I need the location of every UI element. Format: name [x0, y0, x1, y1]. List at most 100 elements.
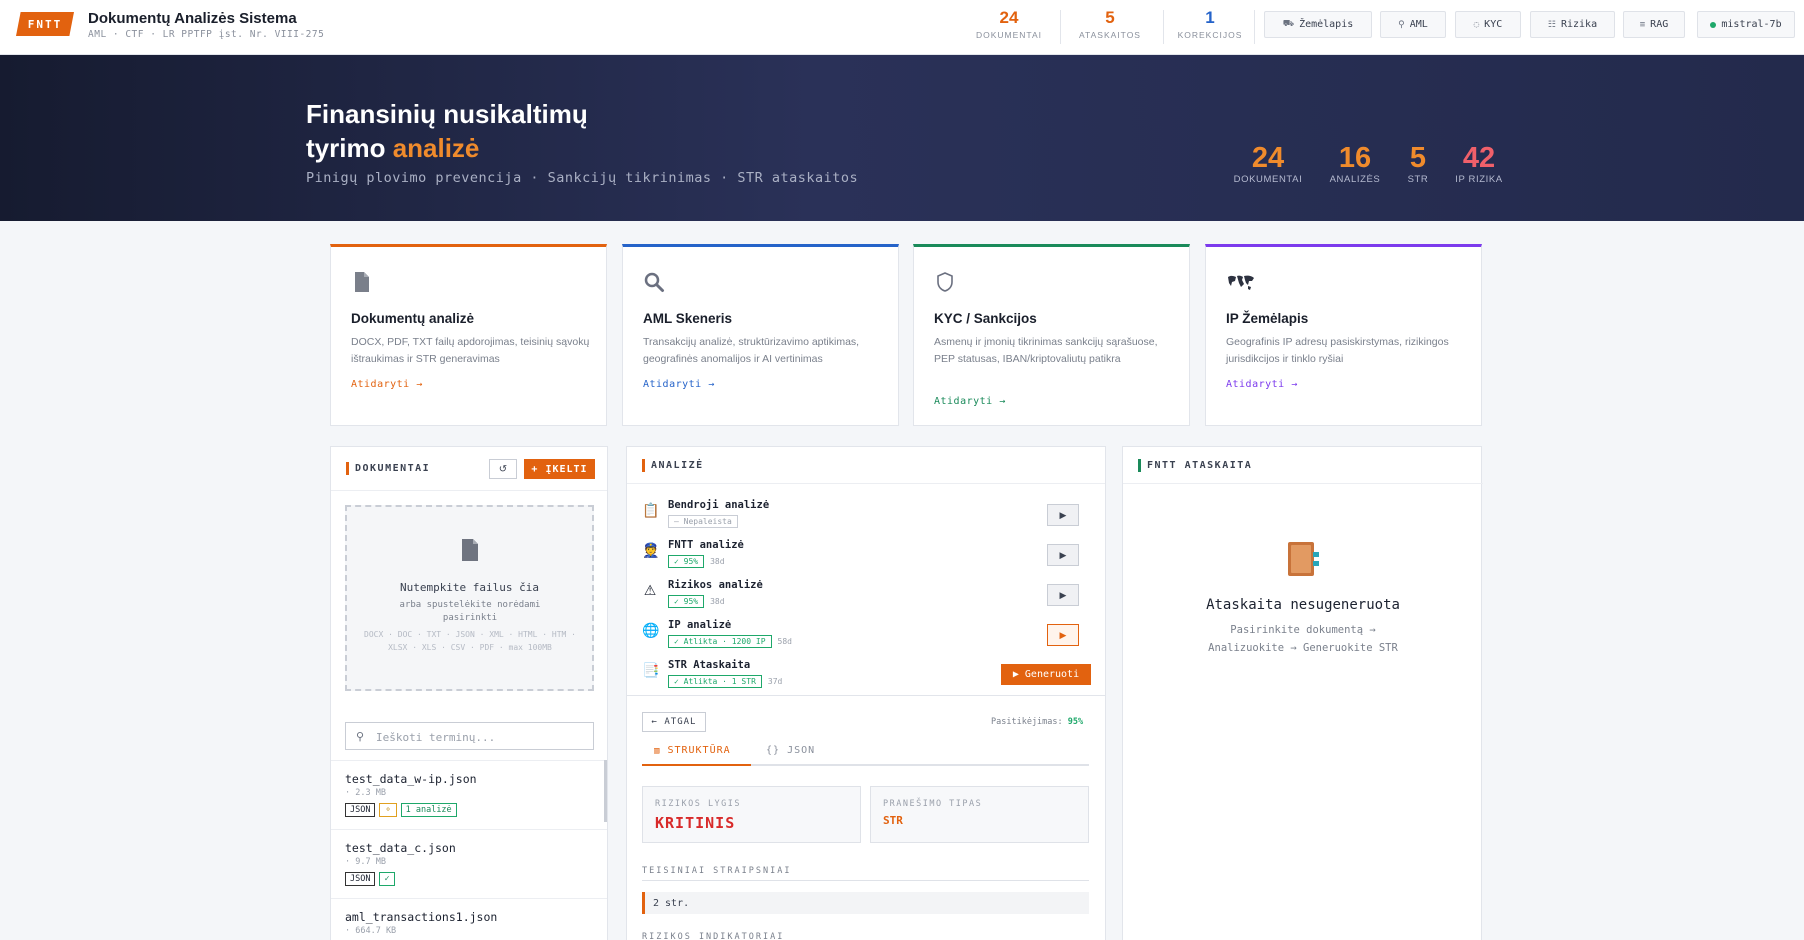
drop-title: Nutempkite failus čia — [399, 581, 540, 594]
notebook-icon — [1288, 542, 1319, 576]
feature-description: Asmenų ir įmonių tikrinimas sankcijų sąr… — [934, 336, 1158, 365]
divider — [1060, 10, 1061, 44]
clipboard-icon: 📋 — [642, 502, 660, 518]
hero-subtitle: Pinigų plovimo prevencija · Sankcijų tik… — [306, 170, 859, 186]
legal-articles-heading: TEISINIAI STRAIPSNIAI — [642, 866, 792, 876]
document-list-item[interactable]: test_data_w-ip.json · 2.3 MB JSON ⚬ 1 anal… — [331, 760, 607, 826]
map-icon: ⛟ — [1282, 19, 1295, 29]
hero-stat-documents: 24 DOKUMENTAI — [1233, 142, 1303, 185]
drop-subtitle: arba spustelėkite norėdami pasirinkti — [399, 600, 541, 623]
upload-button[interactable]: + ĮKELTI — [524, 459, 595, 479]
analysis-row-fntt: 👮 FNTT analizė ✓ 95% 38d ▶ — [627, 535, 1105, 575]
feature-description: DOCX, PDF, TXT failų apdorojimas, teisin… — [351, 336, 590, 365]
file-drop-zone[interactable]: Nutempkite failus čia arba spustelėkite … — [345, 505, 594, 691]
analysis-row-str: 📑 STR Ataskaita ✓ Atlikta · 1 STR 37d ▶ G… — [627, 655, 1105, 695]
confidence-indicator: Pasitikėjimas: 95% — [991, 717, 1084, 727]
generate-str-button[interactable]: ▶ Generuoti — [1001, 664, 1091, 685]
done-badge: ✓ — [379, 872, 395, 886]
document-tags: JSON ✓ — [345, 868, 399, 886]
feature-title: Dokumentų analizė — [351, 311, 475, 326]
divider — [642, 880, 1089, 881]
feature-open-link[interactable]: Atidaryti → — [1226, 379, 1298, 390]
document-tags: JSON ⚬ 1 analizė — [345, 799, 461, 817]
magnifier-icon — [644, 272, 664, 292]
divider — [627, 483, 1105, 484]
hero-stat-str: 5 STR — [1407, 142, 1429, 185]
empty-report-hint-1: Pasirinkite dokumentą → — [1230, 624, 1376, 636]
tab-json[interactable]: {} JSON — [766, 745, 815, 756]
feature-open-link[interactable]: Atidaryti → — [351, 379, 423, 390]
list-scrollbar[interactable] — [604, 760, 607, 822]
run-analysis-button[interactable]: ▶ — [1047, 584, 1079, 606]
legal-article-item: 2 str. — [642, 892, 1089, 914]
divider — [1254, 10, 1255, 44]
document-icon — [462, 539, 478, 561]
view-tabs: ▥ STRUKTŪRA {} JSON — [642, 742, 1089, 766]
nav-map-button[interactable]: ⛟ Žemėlapis — [1264, 11, 1372, 38]
feature-title: AML Skeneris — [643, 311, 733, 326]
fntt-logo[interactable]: FNTT — [16, 12, 74, 36]
status-badge: — Nepaleista — [668, 515, 738, 528]
term-search-input[interactable]: ⚲ Ieškoti terminų... — [345, 722, 594, 750]
header-stat-corrections: 1 KOREKCIJOS — [1177, 8, 1243, 41]
age-label: 37d — [767, 677, 783, 686]
feature-card-ip-map[interactable]: IP Žemėlapis Geografinis IP adresų pasis… — [1205, 244, 1482, 426]
analysis-panel: ANALIZĖ 📋 Bendroji analizė — Nepaleista … — [626, 446, 1106, 940]
refresh-button[interactable]: ↺ — [489, 459, 517, 479]
drop-formats: DOCX · DOC · TXT · JSON · XML · HTML · H… — [364, 630, 576, 652]
braces-icon: {} — [766, 745, 781, 756]
feature-open-link[interactable]: Atidaryti → — [934, 396, 1006, 407]
feature-title: IP Žemėlapis — [1226, 311, 1309, 326]
hero-banner: Finansinių nusikaltimų tyrimo analizė Pi… — [0, 55, 1804, 221]
report-type-box: PRANEŠIMO TIPAS STR — [870, 786, 1089, 843]
json-badge: JSON — [345, 872, 376, 886]
run-analysis-button[interactable]: ▶ — [1047, 544, 1079, 566]
nav-aml-button[interactable]: ⚲ AML — [1380, 11, 1446, 38]
status-badge: ✓ 95% — [668, 595, 705, 608]
header-stat-reports: 5 ATASKAITOS — [1079, 8, 1141, 41]
world-map-icon — [1228, 275, 1254, 290]
run-analysis-button[interactable]: ▶ — [1047, 624, 1079, 646]
back-button[interactable]: ← ATGAL — [642, 712, 706, 732]
feature-title: KYC / Sankcijos — [934, 311, 1037, 326]
report-type-value: STR — [883, 814, 903, 827]
risk-level-value: KRITINIS — [655, 814, 736, 832]
search-icon: ⚲ — [356, 730, 365, 743]
age-label: 38d — [710, 557, 725, 566]
feature-description: Geografinis IP adresų pasiskirstymas, ri… — [1226, 336, 1449, 365]
json-badge: JSON — [345, 803, 376, 817]
report-icon: 📑 — [642, 662, 660, 678]
divider — [331, 490, 607, 491]
nav-kyc-button[interactable]: ◌ KYC — [1455, 11, 1521, 38]
document-list-item[interactable]: aml_transactions1.json · 664.7 KB — [331, 898, 607, 940]
hero-title: Finansinių nusikaltimų tyrimo analizė — [306, 99, 588, 163]
feature-card-kyc[interactable]: KYC / Sankcijos Asmenų ir įmonių tikrini… — [913, 244, 1190, 426]
status-dot-icon — [1710, 21, 1717, 28]
header-stat-documents: 24 DOKUMENTAI — [975, 8, 1043, 41]
warning-icon: ⚠ — [643, 582, 657, 598]
feature-card-documents[interactable]: Dokumentų analizė DOCX, PDF, TXT failų a… — [330, 244, 607, 426]
analysis-count-badge: 1 analizė — [400, 803, 457, 817]
feature-description: Transakcijų analizė, struktūrizavimo apt… — [643, 336, 860, 365]
documents-panel: DOKUMENTAI .panel .ptitle::before{backgr… — [330, 446, 608, 940]
shield-icon — [937, 272, 953, 292]
document-list-item[interactable]: test_data_c.json · 9.7 MB JSON ✓ — [331, 829, 607, 895]
search-icon: ⚲ — [1398, 19, 1405, 30]
divider — [1123, 483, 1483, 484]
analysis-row-general: 📋 Bendroji analizė — Nepaleista ▶ — [627, 495, 1105, 535]
structure-icon: ▥ — [654, 746, 661, 756]
risk-indicators-heading: RIZIKOS INDIKATORIAI — [642, 932, 785, 940]
report-panel: FNTT ATASKAITA .panel:last-of-type .ptit… — [1122, 446, 1483, 940]
status-badge: ✓ Atlikta · 1 STR — [668, 675, 762, 688]
feature-open-link[interactable]: Atidaryti → — [643, 379, 715, 390]
top-bar: FNTT Dokumentų Analizės Sistema AML · CT… — [0, 0, 1804, 55]
document-icon — [355, 272, 369, 292]
app-subtitle: AML · CTF · LR PPTFP įst. Nr. VIII-275 — [88, 29, 325, 40]
tab-structure[interactable]: ▥ STRUKTŪRA — [654, 745, 731, 756]
model-status-button[interactable]: mistral-7b — [1697, 11, 1795, 38]
feature-card-aml[interactable]: AML Skeneris Transakcijų analizė, strukt… — [622, 244, 899, 426]
hero-stat-ip-risk: 42 IP RIZIKA — [1455, 142, 1503, 185]
nav-rag-button[interactable]: ≡ RAG — [1623, 11, 1685, 38]
run-analysis-button[interactable]: ▶ — [1047, 504, 1079, 526]
nav-risk-button[interactable]: ☷ Rizika — [1530, 11, 1615, 38]
